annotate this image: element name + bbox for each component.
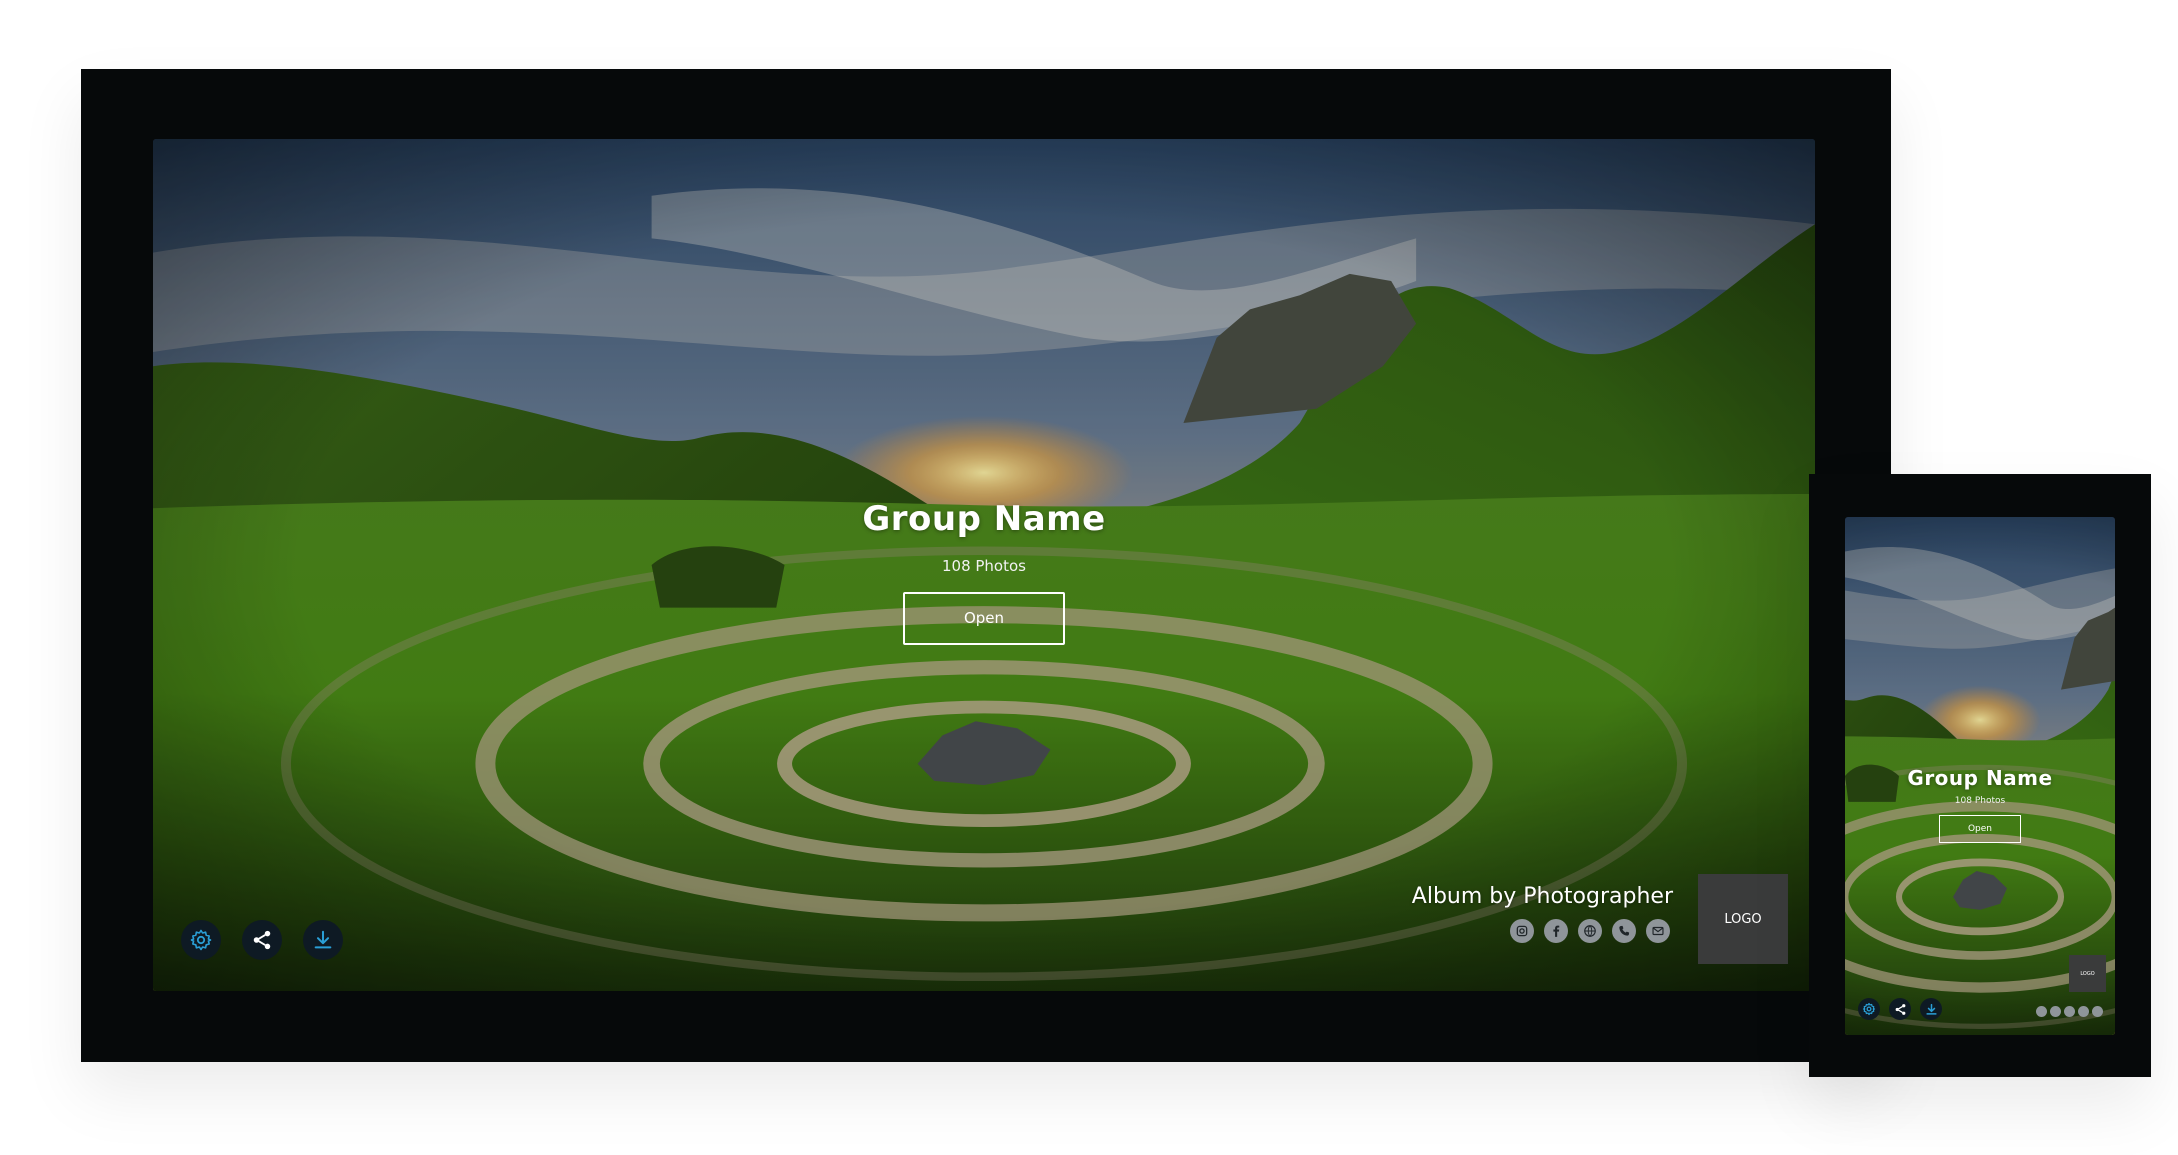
mobile-album-cover: Group Name 108 Photos Open LOGO	[1845, 517, 2115, 1035]
settings-button[interactable]	[181, 920, 221, 960]
facebook-icon[interactable]	[2050, 1006, 2061, 1017]
photographer-logo: LOGO	[2069, 955, 2106, 992]
instagram-icon[interactable]	[1510, 919, 1534, 943]
download-icon	[314, 930, 332, 949]
settings-button[interactable]	[1858, 998, 1880, 1020]
social-links	[1510, 919, 1670, 943]
photo-count: 108 Photos	[1954, 796, 2006, 806]
share-icon	[1895, 1003, 1905, 1015]
mail-icon[interactable]	[1646, 919, 1670, 943]
phone-icon[interactable]	[2078, 1006, 2089, 1017]
mail-icon[interactable]	[2092, 1006, 2103, 1017]
share-button[interactable]	[242, 920, 282, 960]
facebook-icon[interactable]	[1544, 919, 1568, 943]
globe-icon[interactable]	[2064, 1006, 2075, 1017]
gear-icon	[1862, 1002, 1876, 1016]
share-icon	[253, 930, 271, 950]
download-icon	[1925, 1003, 1937, 1015]
open-button[interactable]: Open	[1939, 815, 2021, 843]
download-button[interactable]	[1920, 998, 1942, 1020]
social-links	[2036, 1006, 2103, 1017]
album-info: Group Name 108 Photos Open	[153, 499, 1815, 645]
album-info: Group Name 108 Photos Open	[1845, 766, 2115, 843]
desktop-frame: Group Name 108 Photos Open Album by Phot…	[81, 69, 1891, 1062]
photographer-logo: LOGO	[1698, 874, 1788, 964]
instagram-icon[interactable]	[2036, 1006, 2047, 1017]
globe-icon[interactable]	[1578, 919, 1602, 943]
download-button[interactable]	[303, 920, 343, 960]
album-title: Group Name	[862, 499, 1106, 539]
desktop-album-cover: Group Name 108 Photos Open Album by Phot…	[153, 139, 1815, 991]
mobile-frame: Group Name 108 Photos Open LOGO	[1809, 474, 2151, 1077]
share-button[interactable]	[1889, 998, 1911, 1020]
album-title: Group Name	[1907, 766, 2053, 790]
phone-icon[interactable]	[1612, 919, 1636, 943]
gear-icon	[190, 929, 212, 951]
album-credit: Album by Photographer	[1411, 884, 1673, 909]
open-button[interactable]: Open	[903, 592, 1065, 645]
photo-count: 108 Photos	[941, 557, 1026, 575]
